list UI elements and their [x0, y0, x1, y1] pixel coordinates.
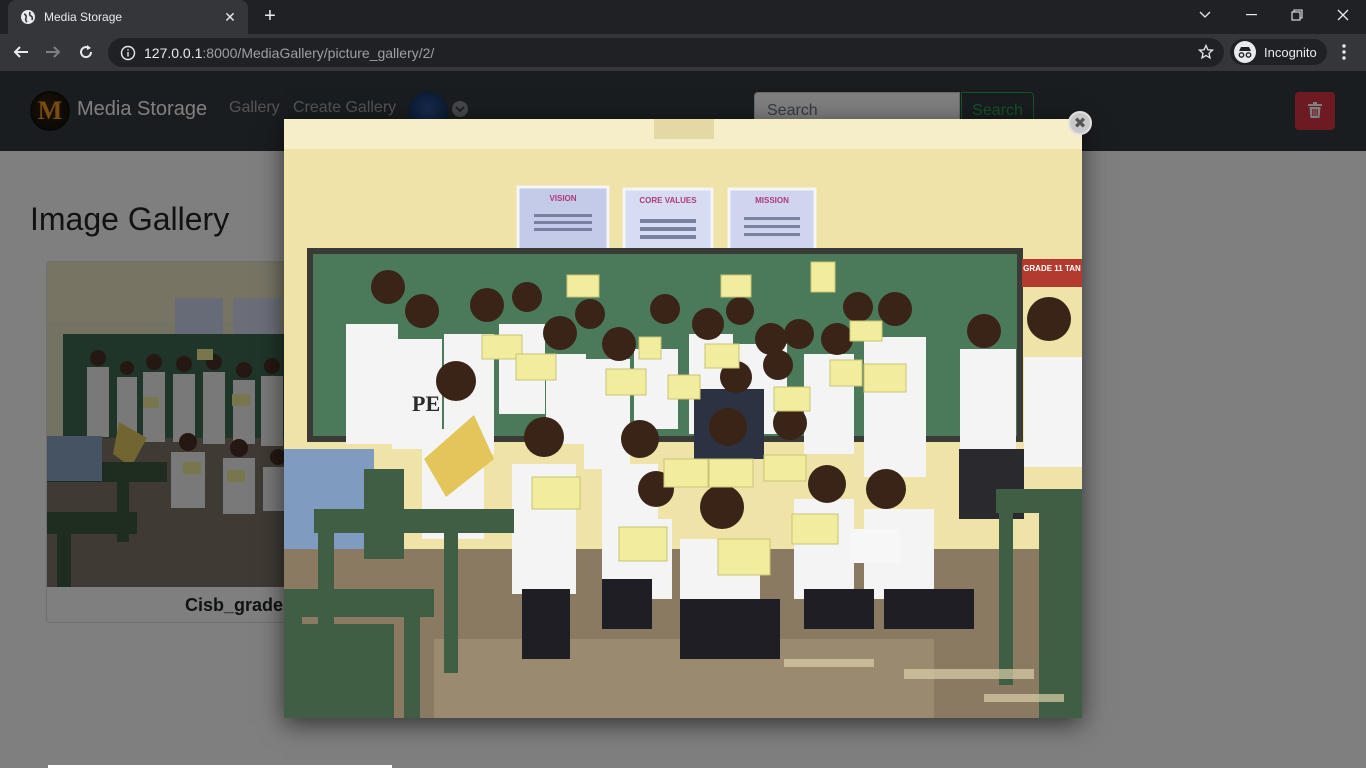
poster-vision: VISION: [549, 194, 576, 203]
incognito-label: Incognito: [1264, 44, 1317, 60]
forward-arrow-icon[interactable]: [38, 37, 68, 67]
class-photo: VISION CORE VALUES MISSION GRADE 11 TAN: [284, 119, 1082, 718]
tab-title: Media Storage: [44, 10, 123, 24]
address-bar[interactable]: 127.0.0.1:8000/MediaGallery/picture_gall…: [108, 38, 1224, 67]
browser-tab[interactable]: Media Storage ✕: [8, 0, 248, 34]
close-window-icon[interactable]: [1320, 0, 1366, 30]
incognito-icon: [1234, 41, 1256, 63]
tab-search-icon[interactable]: [1182, 0, 1228, 30]
lightbox-image: VISION CORE VALUES MISSION GRADE 11 TAN: [284, 119, 1082, 718]
browser-toolbar: 127.0.0.1:8000/MediaGallery/picture_gall…: [0, 34, 1366, 71]
bookmark-star-icon[interactable]: [1198, 44, 1214, 60]
poster-core-values: CORE VALUES: [639, 196, 697, 205]
new-tab-button[interactable]: +: [258, 5, 282, 29]
lightbox-close-button[interactable]: ✖: [1068, 111, 1092, 135]
browser-tab-strip: Media Storage ✕ +: [0, 0, 1366, 34]
poster-mission: MISSION: [755, 196, 789, 205]
reload-icon[interactable]: [71, 37, 101, 67]
restore-icon[interactable]: [1274, 0, 1320, 30]
incognito-indicator[interactable]: Incognito: [1230, 39, 1327, 65]
tab-close-icon[interactable]: ✕: [222, 9, 238, 26]
globe-icon: [20, 9, 36, 25]
info-icon[interactable]: [120, 45, 136, 61]
url-path: :8000/MediaGallery/picture_gallery/2/: [202, 44, 435, 61]
url-host: 127.0.0.1: [144, 44, 203, 61]
url-text: 127.0.0.1:8000/MediaGallery/picture_gall…: [144, 45, 434, 61]
shirt-print: PE: [412, 391, 440, 416]
back-arrow-icon[interactable]: [6, 37, 36, 67]
minimize-icon[interactable]: [1228, 0, 1274, 30]
kebab-menu-icon[interactable]: [1332, 37, 1356, 67]
classroom-sign: GRADE 11 TAN: [1023, 264, 1081, 273]
